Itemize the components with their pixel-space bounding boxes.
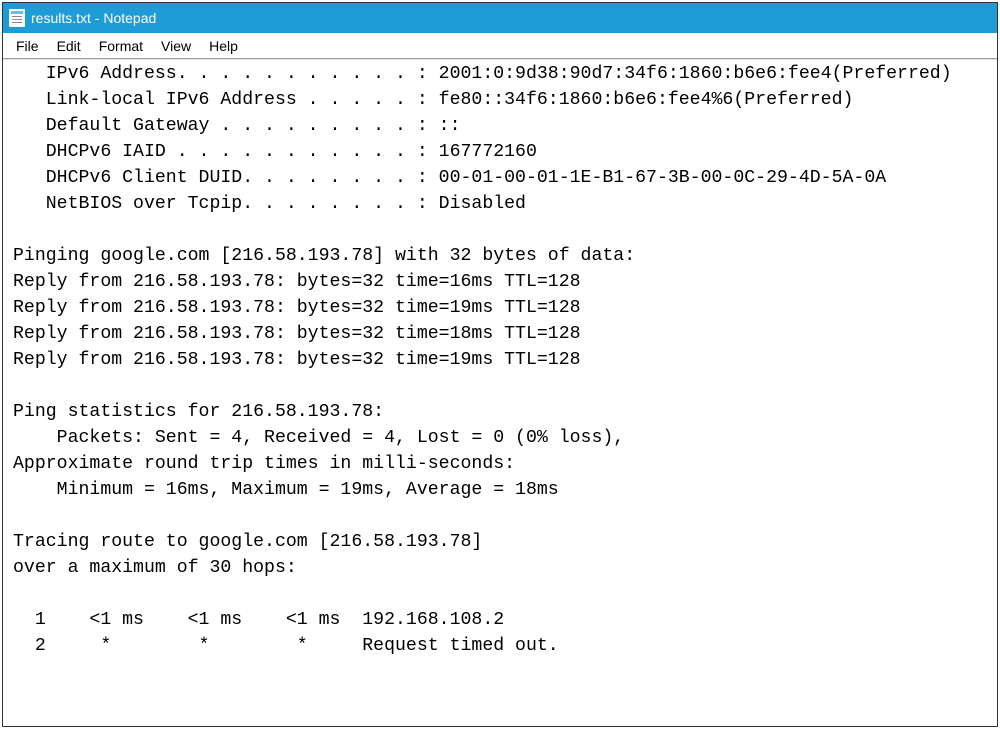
notepad-window: results.txt - Notepad File Edit Format V… <box>2 2 998 727</box>
menu-help[interactable]: Help <box>200 36 247 56</box>
menu-view[interactable]: View <box>152 36 200 56</box>
text-area[interactable]: IPv6 Address. . . . . . . . . . . : 2001… <box>3 59 997 726</box>
window-title: results.txt - Notepad <box>31 10 156 26</box>
menu-edit[interactable]: Edit <box>48 36 90 56</box>
menu-file[interactable]: File <box>7 36 48 56</box>
notepad-icon <box>9 9 25 27</box>
titlebar[interactable]: results.txt - Notepad <box>3 3 997 33</box>
menubar: File Edit Format View Help <box>3 33 997 59</box>
menu-format[interactable]: Format <box>90 36 152 56</box>
